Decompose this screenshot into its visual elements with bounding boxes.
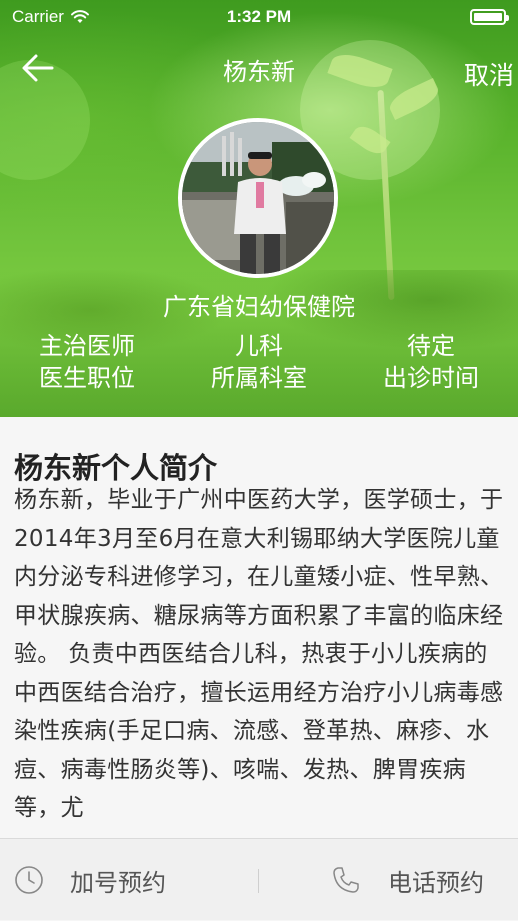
page-title: 杨东新	[223, 58, 295, 86]
phone-appointment-button[interactable]: 电话预约	[330, 839, 484, 921]
clock-icon	[15, 866, 43, 894]
add-appointment-button[interactable]: 加号预约	[14, 839, 166, 921]
avatar	[178, 118, 338, 278]
stat-value: 待定	[407, 332, 455, 360]
stat-position: 主治医师 医生职位	[0, 330, 174, 394]
stat-label: 医生职位	[39, 364, 135, 392]
stat-value: 儿科	[235, 332, 283, 360]
stat-label: 所属科室	[211, 364, 307, 392]
divider	[258, 869, 259, 893]
add-appointment-label: 加号预约	[70, 868, 166, 897]
stat-department: 儿科 所属科室	[174, 330, 344, 394]
intro-body: 杨东新，毕业于广州中医药大学，医学硕士，于2014年3月至6月在意大利锡耶纳大学…	[14, 487, 504, 821]
profile-header: Carrier 1:32 PM 杨东新 取消 广东省妇幼保健院 主治医师 医生职…	[0, 0, 518, 417]
stat-value: 主治医师	[39, 332, 135, 360]
stat-schedule: 待定 出诊时间	[344, 330, 518, 394]
phone-icon	[333, 867, 359, 893]
battery-icon	[470, 9, 509, 25]
status-time: 1:32 PM	[226, 7, 292, 26]
intro-section[interactable]: 杨东新个人简介 杨东新，毕业于广州中医药大学，医学硕士，于2014年3月至6月在…	[0, 417, 518, 838]
bottom-action-bar: 加号预约 电话预约	[0, 838, 518, 920]
hospital-name: 广东省妇幼保健院	[163, 293, 355, 321]
stat-label: 出诊时间	[383, 364, 479, 392]
cancel-button[interactable]: 取消	[464, 56, 514, 92]
doctor-photo	[182, 122, 334, 274]
phone-appointment-label: 电话预约	[388, 868, 484, 897]
status-bar: Carrier 1:32 PM	[0, 0, 518, 34]
doctor-stats: 主治医师 医生职位 儿科 所属科室 待定 出诊时间	[0, 330, 518, 394]
